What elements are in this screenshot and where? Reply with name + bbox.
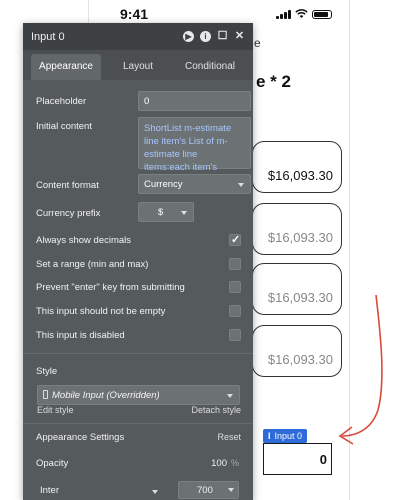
section-divider <box>23 353 253 354</box>
selected-element-name: Input 0 <box>274 431 303 441</box>
placeholder-row: Placeholder 0 <box>36 91 251 113</box>
status-icons <box>276 9 332 19</box>
disabled-row: This input is disabled <box>36 328 241 344</box>
tab-layout[interactable]: Layout <box>103 54 173 80</box>
always-decimals-label: Always show decimals <box>36 235 132 246</box>
currency-prefix-select[interactable]: $ <box>138 202 194 222</box>
text-fragment: e <box>254 36 261 50</box>
amount-text: $16,093.30 <box>267 352 333 367</box>
panel-header[interactable]: Input 0 ▶ i ☐ ✕ <box>23 23 253 50</box>
battery-icon <box>312 9 332 19</box>
input-value: 0 <box>319 452 327 467</box>
appearance-settings-row: Appearance Settings Reset <box>36 432 241 446</box>
font-family-select[interactable]: Inter <box>36 485 162 500</box>
red-arrow-annotation <box>338 294 383 445</box>
placeholder-input[interactable]: 0 <box>138 91 251 111</box>
font-family-value: Inter <box>40 485 60 496</box>
section-divider <box>23 423 253 424</box>
initial-content-row: Initial content ShortList m-estimate lin… <box>36 117 251 186</box>
opacity-row: Opacity 100 % <box>36 458 241 472</box>
selected-element-tag: I Input 0 <box>263 429 308 443</box>
chevron-down-icon <box>228 488 234 492</box>
prevent-enter-row: Prevent "enter" key from submitting <box>36 280 241 296</box>
comment-icon[interactable]: ☐ <box>217 31 228 42</box>
content-format-value: Currency <box>144 179 183 190</box>
not-empty-row: This input should not be empty <box>36 304 241 320</box>
opacity-value[interactable]: 100 <box>211 458 227 469</box>
text-cursor-icon: I <box>268 431 271 441</box>
chevron-down-icon <box>238 183 244 187</box>
amount-text: $16,093.30 <box>267 230 333 245</box>
initial-content-label: Initial content <box>36 121 92 132</box>
tab-conditional[interactable]: Conditional <box>175 54 245 80</box>
content-format-row: Content format Currency <box>36 174 251 196</box>
content-format-select[interactable]: Currency <box>138 174 251 194</box>
currency-prefix-value: $ <box>158 207 164 218</box>
info-icon[interactable]: i <box>200 31 211 42</box>
not-empty-label: This input should not be empty <box>36 306 166 317</box>
prevent-enter-label: Prevent "enter" key from submitting <box>36 282 185 293</box>
chevron-down-icon <box>181 211 187 215</box>
wifi-icon <box>295 9 308 18</box>
always-decimals-row: Always show decimals <box>36 233 241 249</box>
property-editor-panel[interactable]: Input 0 ▶ i ☐ ✕ Appearance Layout Condit… <box>23 23 253 500</box>
chevron-down-icon <box>227 394 233 398</box>
content-format-label: Content format <box>36 180 99 191</box>
style-actions-row: Edit style Detach style <box>36 405 241 419</box>
amount-text: $16,093.30 <box>267 290 333 305</box>
currency-prefix-row: Currency prefix $ <box>36 202 241 224</box>
style-select[interactable]: Mobile Input (Overridden) <box>37 385 240 405</box>
appearance-settings-label: Appearance Settings <box>36 432 125 443</box>
set-range-label: Set a range (min and max) <box>36 259 149 270</box>
reset-link[interactable]: Reset <box>217 432 241 442</box>
not-empty-checkbox[interactable] <box>229 305 241 317</box>
set-range-row: Set a range (min and max) <box>36 257 241 273</box>
prevent-enter-checkbox[interactable] <box>229 281 241 293</box>
play-icon[interactable]: ▶ <box>183 31 194 42</box>
status-time: 9:41 <box>120 6 149 22</box>
chevron-down-icon <box>152 490 158 494</box>
panel-tabs: Appearance Layout Conditional <box>23 50 253 80</box>
panel-header-icons: ▶ i ☐ ✕ <box>183 31 245 42</box>
amount-text: $16,093.30 <box>267 168 333 183</box>
font-weight-value: 700 <box>197 485 213 496</box>
close-icon[interactable]: ✕ <box>234 31 245 42</box>
initial-content-expression[interactable]: ShortList m-estimate line item's List of… <box>138 117 251 186</box>
always-decimals-checkbox[interactable] <box>229 233 241 246</box>
placeholder-label: Placeholder <box>36 96 87 107</box>
style-select-value: Mobile Input (Overridden) <box>52 390 160 401</box>
amount-card[interactable]: $16,093.30 <box>252 325 342 377</box>
opacity-unit: % <box>230 458 239 468</box>
font-weight-select[interactable]: 700 <box>178 481 239 499</box>
screen: 9:41 e e * 2 $16,093.30 $16,093.30 $16,0… <box>0 0 395 500</box>
disabled-checkbox[interactable] <box>229 329 241 341</box>
edit-style-link[interactable]: Edit style <box>37 405 74 415</box>
amount-card[interactable]: $16,093.30 <box>252 263 342 315</box>
style-row: Style <box>36 366 241 380</box>
disabled-label: This input is disabled <box>36 330 125 341</box>
detach-style-link[interactable]: Detach style <box>191 405 241 415</box>
font-row: Inter 700 <box>36 481 241 500</box>
amount-card[interactable]: $16,093.30 <box>252 141 342 193</box>
style-label: Style <box>36 366 58 377</box>
tab-appearance[interactable]: Appearance <box>31 54 101 80</box>
set-range-checkbox[interactable] <box>229 258 241 270</box>
panel-title: Input 0 <box>31 30 65 43</box>
currency-prefix-label: Currency prefix <box>36 208 101 219</box>
heading-fragment: e * 2 <box>256 72 291 91</box>
currency-input[interactable]: 0 <box>263 443 332 475</box>
amount-card[interactable]: $16,093.30 <box>252 203 342 255</box>
signal-icon <box>276 9 291 19</box>
phone-icon <box>43 390 48 399</box>
opacity-label: Opacity <box>36 458 69 469</box>
